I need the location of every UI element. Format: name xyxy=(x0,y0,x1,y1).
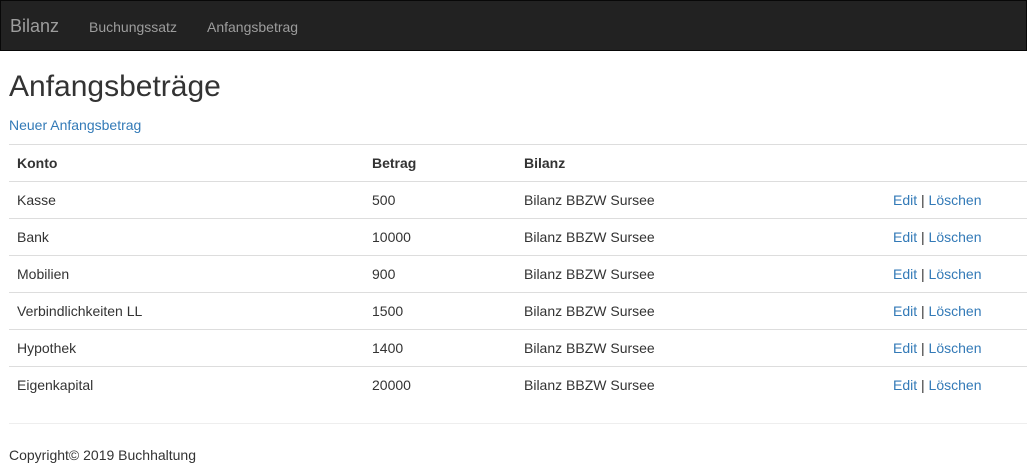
navbar-brand[interactable]: Bilanz xyxy=(10,15,59,37)
cell-bilanz: Bilanz BBZW Sursee xyxy=(516,255,885,293)
table-row: Bank 10000 Bilanz BBZW Sursee Edit | Lös… xyxy=(9,218,1027,256)
cell-actions: Edit | Löschen xyxy=(885,292,1027,330)
cell-konto: Mobilien xyxy=(9,255,364,293)
action-separator: | xyxy=(921,377,925,394)
table-row: Eigenkapital 20000 Bilanz BBZW Sursee Ed… xyxy=(9,366,1027,404)
cell-konto: Kasse xyxy=(17,192,56,208)
delete-link[interactable]: Löschen xyxy=(929,266,982,282)
cell-betrag: 10000 xyxy=(364,218,516,256)
edit-link[interactable]: Edit xyxy=(893,340,917,356)
page-title: Anfangsbeträge xyxy=(9,70,221,103)
nav-link-anfangsbetrag[interactable]: Anfangsbetrag xyxy=(207,18,298,36)
delete-link[interactable]: Löschen xyxy=(929,303,982,319)
action-separator: | xyxy=(921,229,925,245)
cell-betrag: 900 xyxy=(364,255,516,293)
cell-actions: Edit | Löschen xyxy=(885,182,1027,219)
action-separator: | xyxy=(921,303,925,319)
edit-link[interactable]: Edit xyxy=(893,303,917,319)
navbar: Bilanz Buchungssatz Anfangsbetrag xyxy=(0,0,1027,51)
table-row: Mobilien 900 Bilanz BBZW Sursee Edit | L… xyxy=(9,255,1027,293)
table-header-row: Konto Betrag Bilanz xyxy=(9,144,1027,182)
cell-bilanz: Bilanz BBZW Sursee xyxy=(516,366,885,404)
delete-link[interactable]: Löschen xyxy=(929,377,982,393)
edit-link[interactable]: Edit xyxy=(893,229,917,245)
cell-betrag: 1500 xyxy=(364,292,516,330)
anfangsbetraege-table: Konto Betrag Bilanz Kasse 500 Bilanz BBZ… xyxy=(9,144,1027,404)
cell-konto: Bank xyxy=(9,218,364,256)
cell-bilanz: Bilanz BBZW Sursee xyxy=(516,329,885,367)
cell-bilanz: Bilanz BBZW Sursee xyxy=(516,218,885,256)
edit-link[interactable]: Edit xyxy=(893,192,917,208)
new-anfangsbetrag-link[interactable]: Neuer Anfangsbetrag xyxy=(9,116,141,134)
delete-link[interactable]: Löschen xyxy=(929,192,982,208)
cell-konto: Verbindlichkeiten LL xyxy=(9,292,364,330)
cell-actions: Edit | Löschen xyxy=(885,329,1027,367)
edit-link[interactable]: Edit xyxy=(893,266,917,282)
column-header-actions xyxy=(885,144,1027,182)
footer-copyright: Copyright© 2019 Buchhaltung xyxy=(9,447,196,463)
table-row: Kasse 500 Bilanz BBZW Sursee Edit | Lösc… xyxy=(9,182,1027,219)
action-separator: | xyxy=(921,266,925,282)
cell-actions: Edit | Löschen xyxy=(885,255,1027,293)
column-header-konto: Konto xyxy=(9,144,364,182)
action-separator: | xyxy=(921,340,925,356)
cell-betrag: 20000 xyxy=(364,366,516,404)
footer-divider xyxy=(9,423,1027,424)
cell-actions: Edit | Löschen xyxy=(885,366,1027,404)
cell-betrag: 500 xyxy=(372,192,396,208)
table-row: Hypothek 1400 Bilanz BBZW Sursee Edit | … xyxy=(9,329,1027,367)
action-separator: | xyxy=(921,192,925,208)
cell-betrag: 1400 xyxy=(364,329,516,367)
column-header-bilanz: Bilanz xyxy=(516,144,885,182)
cell-bilanz: Bilanz BBZW Sursee xyxy=(516,292,885,330)
nav-link-buchungssatz[interactable]: Buchungssatz xyxy=(89,18,177,36)
edit-link[interactable]: Edit xyxy=(893,377,917,393)
column-header-betrag: Betrag xyxy=(364,144,516,182)
table-row: Verbindlichkeiten LL 1500 Bilanz BBZW Su… xyxy=(9,292,1027,330)
cell-actions: Edit | Löschen xyxy=(885,218,1027,256)
delete-link[interactable]: Löschen xyxy=(929,229,982,245)
delete-link[interactable]: Löschen xyxy=(929,340,982,356)
cell-konto: Eigenkapital xyxy=(9,366,364,404)
cell-konto: Hypothek xyxy=(9,329,364,367)
cell-bilanz: Bilanz BBZW Sursee xyxy=(524,192,655,208)
